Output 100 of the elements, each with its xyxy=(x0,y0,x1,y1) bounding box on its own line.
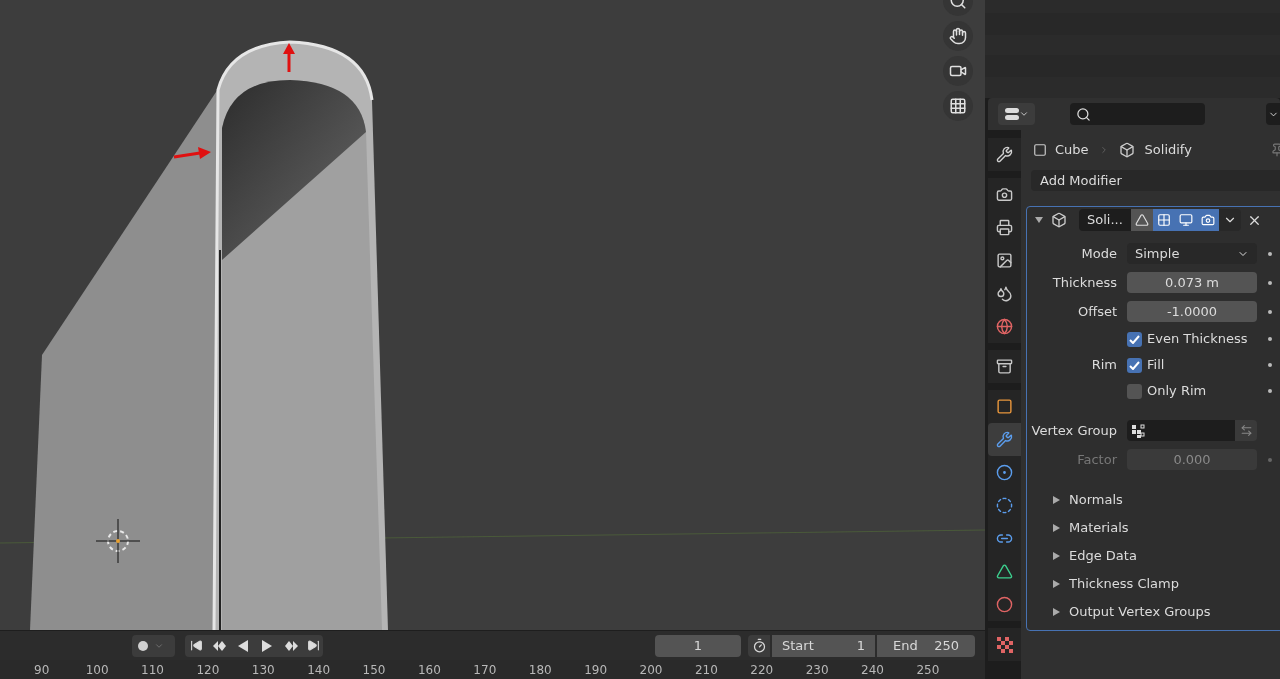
sphere-icon xyxy=(996,596,1013,613)
dropdown-button[interactable] xyxy=(1218,209,1241,231)
hand-icon xyxy=(949,27,967,45)
field-value: 1 xyxy=(856,636,865,655)
skip-forward-icon xyxy=(306,639,320,652)
double-arrow-icon xyxy=(1239,424,1253,437)
breadcrumb-item[interactable]: Cube xyxy=(1055,140,1089,160)
cube-icon xyxy=(1051,212,1067,228)
ruler-label: 240 xyxy=(860,661,885,679)
record-button[interactable] xyxy=(132,634,175,657)
orbit-icon xyxy=(996,497,1013,514)
start-frame-field[interactable]: Start 1 xyxy=(772,634,875,657)
ruler-label: 230 xyxy=(804,661,830,679)
viewport[interactable] xyxy=(0,0,985,630)
skip-back-icon xyxy=(189,639,203,652)
ruler-label: 170 xyxy=(472,661,498,679)
checkbox-box[interactable] xyxy=(1127,357,1142,373)
edit-mode-toggle[interactable] xyxy=(1130,209,1153,231)
camera-button[interactable] xyxy=(943,56,973,86)
checkbox[interactable]: Fill xyxy=(1127,354,1257,376)
play-icon xyxy=(262,639,272,652)
modifier-name-field[interactable]: Soli... xyxy=(1079,209,1131,231)
field-label: Offset xyxy=(1077,302,1117,321)
editor-type-icon xyxy=(1004,108,1019,120)
camera-icon xyxy=(996,186,1013,203)
wrench-icon xyxy=(996,431,1013,448)
3d-cursor-icon[interactable] xyxy=(95,518,141,564)
subpanel-header[interactable]: Edge Data xyxy=(1027,542,1280,570)
subpanel-header[interactable]: Thickness Clamp xyxy=(1027,570,1280,598)
field-label: Rim xyxy=(1091,356,1117,375)
checkbox-box[interactable] xyxy=(1127,331,1142,347)
particles-icon xyxy=(996,464,1013,481)
cube-icon xyxy=(1118,142,1135,158)
ruler-label: 160 xyxy=(416,661,442,679)
tool-icon xyxy=(996,146,1013,163)
check-icon xyxy=(1129,360,1140,370)
mode-dropdown[interactable]: Simple xyxy=(1127,243,1257,264)
object-icon xyxy=(1033,143,1047,157)
printer-icon xyxy=(996,219,1013,236)
ruler-label: 180 xyxy=(527,661,553,679)
editor-type-button[interactable] xyxy=(998,103,1035,125)
field-label: Thickness xyxy=(1052,273,1117,292)
globe-icon xyxy=(996,318,1013,335)
pin-icon[interactable] xyxy=(1270,143,1280,157)
checkbox[interactable]: Only Rim xyxy=(1127,380,1257,402)
camera-icon xyxy=(1200,213,1215,227)
grid-button[interactable] xyxy=(943,91,973,121)
ruler-label: 130 xyxy=(250,661,276,679)
vertex-group-icon xyxy=(1131,423,1145,438)
ruler-label: 110 xyxy=(140,661,165,679)
checkbox-box[interactable] xyxy=(1127,383,1142,399)
ruler-label: 140 xyxy=(306,661,332,679)
number-field[interactable]: -1.0000 xyxy=(1127,301,1257,322)
reverse-play-icon xyxy=(238,639,248,652)
triangle-icon xyxy=(996,563,1013,580)
end-frame-field[interactable]: End 250 xyxy=(877,634,975,657)
search-field[interactable] xyxy=(1070,103,1205,125)
breadcrumb-item[interactable]: Solidify xyxy=(1144,140,1192,160)
render-toggle[interactable] xyxy=(1196,209,1219,231)
search-icon xyxy=(1076,106,1091,122)
archive-icon xyxy=(996,358,1013,375)
checkbox[interactable]: Even Thickness xyxy=(1127,328,1257,350)
subpanel-header[interactable]: Normals xyxy=(1027,486,1280,514)
ruler-label: 100 xyxy=(84,661,110,679)
ruler-label: 150 xyxy=(361,661,387,679)
number-field[interactable]: 0.073 m xyxy=(1127,272,1257,293)
check-icon xyxy=(1129,334,1140,344)
ruler-label: 90 xyxy=(33,661,51,679)
field-label: Start xyxy=(782,636,814,655)
vertex-group-field[interactable] xyxy=(1127,420,1235,441)
grid-icon xyxy=(949,97,967,115)
stopwatch-button[interactable] xyxy=(748,634,770,657)
options-dropdown[interactable] xyxy=(1266,103,1280,125)
field-label: End xyxy=(893,636,918,655)
add-modifier-dropdown[interactable]: Add Modifier xyxy=(1031,170,1280,191)
monitor-icon xyxy=(1178,213,1193,227)
ruler-label: 220 xyxy=(749,661,775,679)
square-icon xyxy=(996,398,1013,415)
checker-icon xyxy=(996,636,1013,653)
stopwatch-icon xyxy=(751,638,767,653)
field-label: Vertex Group xyxy=(1031,421,1117,440)
subpanel-header[interactable]: Materials xyxy=(1027,514,1280,542)
prev-keyframe-icon xyxy=(212,640,226,651)
triangle-icon xyxy=(1134,213,1149,227)
ruler-label: 210 xyxy=(693,661,719,679)
expand-arrow-icon[interactable] xyxy=(1035,216,1043,224)
ruler-label: 120 xyxy=(195,661,221,679)
field-label: Factor xyxy=(1077,450,1117,469)
ruler-label: 250 xyxy=(915,661,941,679)
invert-button[interactable] xyxy=(1235,420,1257,441)
field-value: 250 xyxy=(934,636,959,655)
annotation-arrow xyxy=(283,43,295,72)
grid-icon xyxy=(1156,213,1171,227)
image-icon xyxy=(996,252,1013,269)
current-frame-field[interactable]: 1 xyxy=(655,634,741,657)
subpanel-header[interactable]: Output Vertex Groups xyxy=(1027,598,1280,626)
frame-ruler[interactable]: 90 100 110 120 130 140 150 160 170 180 190 200 210 220 230 240 250 xyxy=(0,660,985,679)
modifier-tab[interactable] xyxy=(988,423,1021,456)
hand-button[interactable] xyxy=(943,21,973,51)
on-cage-toggle[interactable] xyxy=(1152,209,1175,231)
